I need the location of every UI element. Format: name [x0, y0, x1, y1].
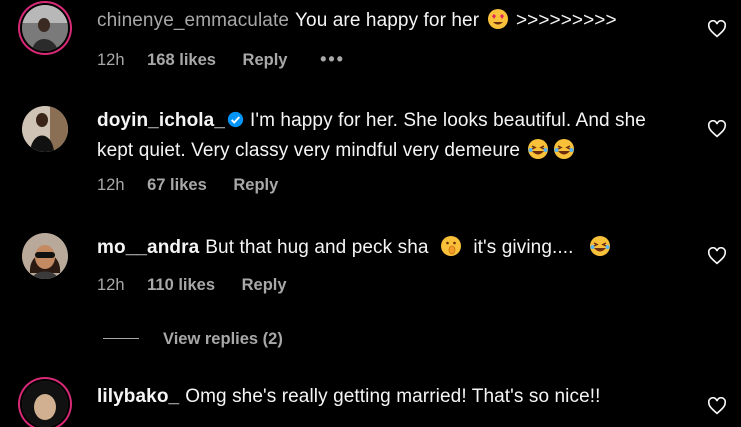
timestamp[interactable]: 12h — [97, 176, 125, 194]
comment-text: lilybako_ Omg she's really getting marrie… — [97, 382, 677, 412]
heart-outline-icon[interactable] — [707, 397, 727, 415]
avatar[interactable] — [22, 381, 68, 427]
comment-text: mo__andra But that hug and peck sha it's … — [97, 233, 677, 263]
avatar[interactable] — [22, 233, 68, 279]
likes-count[interactable]: 168 likes — [147, 51, 216, 69]
heart-outline-icon[interactable] — [707, 20, 727, 38]
laughing-emoji — [553, 138, 575, 160]
heart-eyes-emoji — [487, 8, 509, 30]
username[interactable]: doyin_ichola_ — [97, 110, 225, 131]
comment-meta: 12h 168 likes Reply ••• — [97, 49, 367, 70]
comment-body: You are happy for her — [295, 10, 480, 31]
timestamp[interactable]: 12h — [97, 276, 125, 294]
likes-count[interactable]: 67 likes — [147, 176, 207, 194]
comment-body: But that hug and peck sha — [205, 237, 429, 258]
comment-text: doyin_ichola_ I'm happy for her. She look… — [97, 106, 677, 166]
reply-button[interactable]: Reply — [242, 276, 287, 294]
username[interactable]: mo__andra — [97, 237, 199, 258]
likes-count[interactable]: 110 likes — [147, 276, 215, 294]
comment-meta: 12h 110 likes Reply — [97, 276, 309, 295]
username[interactable]: chinenye_emmaculate — [97, 10, 289, 31]
laughing-emoji — [589, 235, 611, 257]
reply-button[interactable]: Reply — [233, 176, 278, 194]
more-options-icon[interactable]: ••• — [320, 49, 345, 69]
shushing-emoji — [440, 235, 462, 257]
heart-outline-icon[interactable] — [707, 120, 727, 138]
comment-meta: 12h 67 likes Reply — [97, 176, 300, 195]
reply-button[interactable]: Reply — [243, 51, 288, 69]
heart-outline-icon[interactable] — [707, 247, 727, 265]
comment-body-continued: it's giving.... — [473, 237, 574, 258]
avatar[interactable] — [22, 106, 68, 152]
laughing-emoji — [527, 138, 549, 160]
comment-text: chinenye_emmaculate You are happy for her… — [97, 6, 677, 36]
avatar[interactable] — [22, 5, 68, 51]
username[interactable]: lilybako_ — [97, 386, 179, 407]
timestamp[interactable]: 12h — [97, 51, 125, 69]
view-replies-label: View replies (2) — [163, 330, 283, 348]
verified-badge-icon — [227, 111, 244, 128]
divider-line — [103, 338, 139, 339]
comment-suffix: >>>>>>>>> — [515, 10, 617, 31]
comment-body: Omg she's really getting married! That's… — [185, 386, 601, 407]
view-replies-button[interactable]: View replies (2) — [103, 330, 283, 349]
